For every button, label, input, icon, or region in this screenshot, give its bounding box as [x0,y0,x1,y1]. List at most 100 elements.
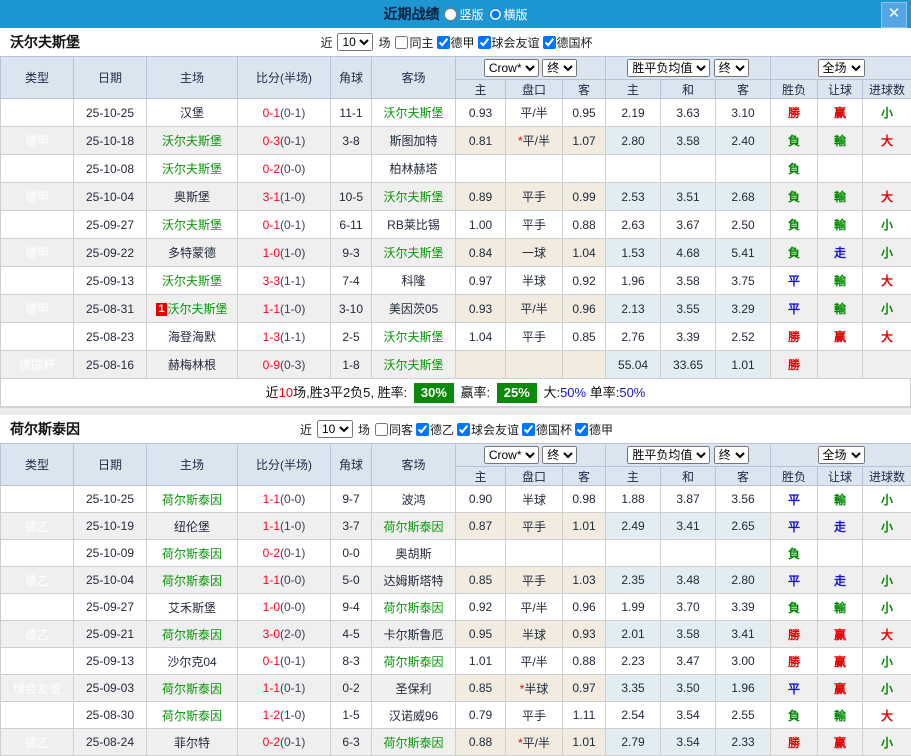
same-venue-checkbox[interactable] [375,423,388,436]
away-team: 柏林赫塔 [389,162,437,176]
avg-away: 2.52 [716,323,771,351]
result-goals: 大 [863,702,911,729]
league-label: 球会友谊 [471,421,519,438]
match-date: 25-10-18 [74,127,147,155]
same-venue-filter[interactable]: 同主 [395,34,433,51]
avg-group-header: 胜平负均值 终 [606,57,771,80]
home-team: 沃尔夫斯堡 [162,162,222,176]
result-goals [863,155,911,183]
match-date: 25-10-08 [74,155,147,183]
league-filter[interactable]: 球会友谊 [457,421,519,438]
away-team: 汉诺威96 [389,709,438,723]
league-filter[interactable]: 德国杯 [522,421,572,438]
avg-away: 3.29 [716,295,771,323]
odds-final-select[interactable]: 终 [542,59,577,77]
vertical-radio[interactable] [444,8,457,21]
same-venue-checkbox[interactable] [395,36,408,49]
match-row: 德乙 25-08-24 菲尔特 0-2(0-1) 6-3 荷尔斯泰因 0.88 … [1,729,911,756]
league-checkbox[interactable] [543,36,556,49]
league-checkbox[interactable] [575,423,588,436]
handicap-cell: 半球 [506,621,563,648]
scope-select[interactable]: 全场 [818,59,865,77]
corner-score: 0-0 [331,540,372,567]
result-wdl: 負 [771,540,818,567]
odds-final-select[interactable]: 终 [542,446,577,464]
league-filter[interactable]: 德甲 [437,34,475,51]
league-filter[interactable]: 球会友谊 [478,34,540,51]
league-type-cell: 德乙 [1,648,74,675]
avg-home: 2.19 [606,99,661,127]
league-type-cell: 德甲 [1,127,74,155]
corner-score: 7-4 [331,267,372,295]
recent-count-select[interactable]: 10 [337,33,373,51]
full-score: 1-2 [263,708,280,722]
avg-home [606,540,661,567]
home-team-cell: 荷尔斯泰因 [147,702,238,729]
result-goals: 小 [863,99,911,127]
horizontal-radio[interactable] [489,8,502,21]
odds-home: 0.81 [456,127,506,155]
away-team: 沃尔夫斯堡 [383,358,443,372]
half-score: (0-0) [280,162,305,176]
handicap: 平手 [522,330,546,344]
result-handicap: 赢 [818,99,863,127]
odds-home: 0.93 [456,295,506,323]
layout-vertical-option[interactable]: 竖版 [444,6,483,23]
league-filter[interactable]: 德国杯 [543,34,593,51]
full-score: 0-2 [263,735,280,749]
league-checkbox[interactable] [478,36,491,49]
away-team: 沃尔夫斯堡 [383,246,443,260]
close-icon[interactable]: ✕ [881,2,907,28]
league-checkbox[interactable] [437,36,450,49]
corner-score: 10-5 [331,183,372,211]
league-label: 球会友谊 [492,34,540,51]
avg-final-select[interactable]: 终 [714,59,749,77]
odds-provider-select[interactable]: Crow* [484,59,539,77]
avg-draw: 33.65 [661,351,716,379]
avg-home [606,155,661,183]
odds-away: 1.04 [563,239,606,267]
avg-home: 1.99 [606,594,661,621]
win-rate-badge: 30% [414,383,454,403]
avg-type-select[interactable]: 胜平负均值 [627,446,710,464]
corner-score: 2-5 [331,323,372,351]
score-cell: 1-0(1-0) [238,239,331,267]
scope-select[interactable]: 全场 [818,446,865,464]
avg-type-select[interactable]: 胜平负均值 [627,59,710,77]
league-checkbox[interactable] [457,423,470,436]
league-filter[interactable]: 德甲 [575,421,613,438]
col-type: 类型 [1,57,74,99]
score-cell: 1-1(0-1) [238,675,331,702]
away-team-cell: 荷尔斯泰因 [372,513,456,540]
result-handicap: 走 [818,513,863,540]
league-checkbox[interactable] [416,423,429,436]
avg-final-select[interactable]: 终 [714,446,749,464]
league-filter[interactable]: 德乙 [416,421,454,438]
odds-provider-select[interactable]: Crow* [484,446,539,464]
league-checkbox[interactable] [522,423,535,436]
away-team-cell: 沃尔夫斯堡 [372,99,456,127]
odds-away: 0.96 [563,594,606,621]
handicap: 平/半 [520,106,547,120]
home-team: 艾禾斯堡 [168,601,216,615]
handicap-cell [506,351,563,379]
handicap: 平/半 [520,655,547,669]
odds-away: 1.01 [563,513,606,540]
corner-score: 3-8 [331,127,372,155]
match-date: 25-08-24 [74,729,147,756]
result-wdl: 勝 [771,621,818,648]
score-cell: 1-1(1-0) [238,295,331,323]
odds-home: 0.90 [456,486,506,513]
corner-score: 3-10 [331,295,372,323]
summary-count: 10 [279,385,293,400]
layout-horizontal-option[interactable]: 横版 [489,6,528,23]
league-type-cell: 德乙 [1,621,74,648]
result-handicap: 赢 [818,648,863,675]
recent-count-select[interactable]: 10 [317,420,353,438]
col-date: 日期 [74,57,147,99]
col-type: 类型 [1,444,74,486]
same-venue-filter[interactable]: 同客 [375,421,413,438]
scope-group-header: 全场 [771,57,911,80]
league-type-cell: 德乙 [1,729,74,756]
handicap-cell [506,540,563,567]
